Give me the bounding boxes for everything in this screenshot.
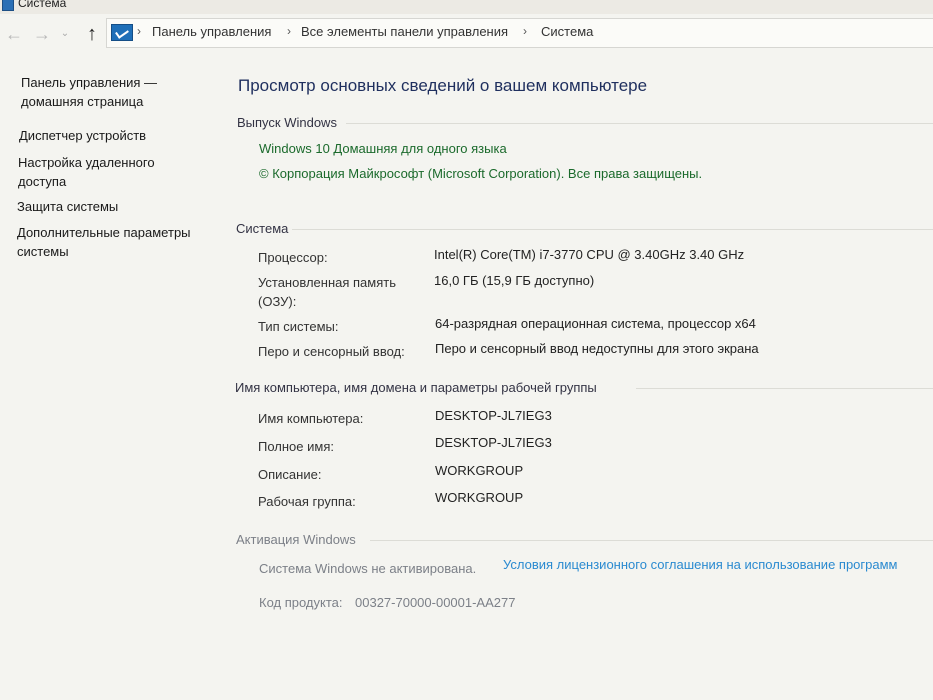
activation-section-title: Активация Windows: [236, 532, 356, 547]
product-key-value: 00327-70000-00001-AA277: [355, 595, 516, 610]
sidebar-item-system-protection[interactable]: Защита системы: [17, 197, 207, 216]
sidebar-item-device-manager[interactable]: Диспетчер устройств: [19, 126, 209, 145]
computer-name-section-title: Имя компьютера, имя домена и параметры р…: [235, 380, 597, 395]
up-arrow-icon[interactable]: ↑: [80, 22, 104, 46]
edition-copyright: © Корпорация Майкрософт (Microsoft Corpo…: [259, 166, 703, 181]
full-name-value: DESKTOP-JL7IEG3: [435, 435, 552, 450]
window-title: Система: [18, 0, 67, 10]
forward-arrow-icon[interactable]: →: [30, 22, 54, 46]
system-section-title: Система: [236, 221, 289, 236]
section-divider: [636, 388, 933, 389]
processor-label: Процессор:: [258, 250, 328, 265]
section-divider: [292, 229, 933, 230]
full-name-label: Полное имя:: [258, 439, 334, 454]
system-window-icon: [2, 0, 14, 11]
section-divider: [370, 540, 933, 541]
product-key-label: Код продукта:: [259, 595, 343, 610]
computer-name-value: DESKTOP-JL7IEG3: [435, 408, 552, 423]
memory-value: 16,0 ГБ (15,9 ГБ доступно): [434, 273, 595, 288]
breadcrumb-separator-icon[interactable]: ›: [137, 24, 141, 38]
breadcrumb-separator-icon[interactable]: ›: [523, 24, 527, 38]
section-divider: [346, 123, 933, 124]
edition-section-title: Выпуск Windows: [237, 115, 337, 130]
license-terms-link[interactable]: Условия лицензионного соглашения на испо…: [503, 557, 897, 572]
control-panel-icon: [111, 24, 133, 41]
page-title: Просмотр основных сведений о вашем компь…: [238, 76, 648, 95]
sidebar-item-advanced-settings[interactable]: Дополнительные параметры системы: [17, 223, 217, 261]
description-value: WORKGROUP: [435, 463, 524, 478]
system-type-value: 64-разрядная операционная система, проце…: [435, 316, 756, 331]
navigation-bar: ← → ⌄ ↑ › Панель управления › Все элемен…: [0, 14, 933, 54]
system-type-label: Тип системы:: [258, 319, 339, 334]
recent-locations-chevron-icon[interactable]: ⌄: [58, 22, 72, 46]
computer-name-label: Имя компьютера:: [258, 411, 364, 426]
workgroup-value: WORKGROUP: [435, 490, 524, 505]
back-arrow-icon[interactable]: ←: [2, 22, 26, 46]
address-bar[interactable]: › Панель управления › Все элементы панел…: [106, 18, 933, 48]
breadcrumb-control-panel[interactable]: Панель управления: [152, 24, 271, 39]
pen-touch-label: Перо и сенсорный ввод:: [258, 344, 405, 359]
sidebar-item-remote-access[interactable]: Настройка удаленного доступа: [18, 153, 178, 191]
pen-touch-value: Перо и сенсорный ввод недоступны для это…: [435, 341, 759, 356]
breadcrumb-all-items[interactable]: Все элементы панели управления: [301, 24, 508, 39]
description-label: Описание:: [258, 467, 322, 482]
breadcrumb-separator-icon[interactable]: ›: [287, 24, 291, 38]
title-bar: Система: [0, 0, 933, 14]
breadcrumb-system[interactable]: Система: [541, 24, 593, 39]
processor-value: Intel(R) Core(TM) i7-3770 CPU @ 3.40GHz …: [434, 247, 745, 262]
activation-status: Система Windows не активирована.: [259, 561, 477, 576]
edition-name: Windows 10 Домашняя для одного языка: [259, 141, 507, 156]
workgroup-label: Рабочая группа:: [258, 494, 356, 509]
sidebar-home-link[interactable]: Панель управления — домашняя страница: [21, 73, 186, 111]
memory-label: Установленная память (ОЗУ):: [258, 275, 396, 309]
